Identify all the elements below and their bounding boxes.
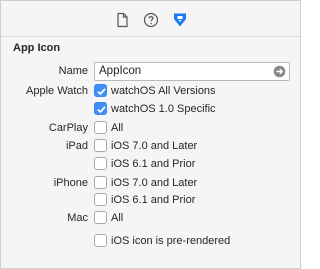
name-label: Name [58,65,88,77]
file-icon[interactable] [113,11,131,29]
name-field[interactable]: AppIcon [94,62,290,81]
name-field-value[interactable]: AppIcon [99,65,141,77]
carplay-label: CarPlay [48,122,88,134]
iphone-ios7-label[interactable]: iOS 7.0 and Later [111,177,197,189]
ipad-ios61-checkbox[interactable] [94,157,107,170]
ipad-ios7-checkbox[interactable] [94,139,107,152]
ipad-label: iPad [65,140,88,152]
ios-icon-prerendered-checkbox[interactable] [94,234,107,247]
watchos-1-0-specific-label[interactable]: watchOS 1.0 Specific [111,103,216,115]
iphone-label: iPhone [53,177,88,189]
iphone-ios7-checkbox[interactable] [94,176,107,189]
carplay-all-checkbox[interactable] [94,121,107,134]
go-to-arrow-icon[interactable] [273,65,286,78]
inspector-toolbar [1,1,300,37]
watchos-1-0-specific-checkbox[interactable] [94,102,107,115]
apple-watch-label: Apple Watch [26,85,88,97]
watchos-all-versions-checkbox[interactable] [94,84,107,97]
mac-all-label[interactable]: All [111,212,123,224]
iphone-ios61-label[interactable]: iOS 6.1 and Prior [111,194,195,206]
ios-icon-prerendered-label[interactable]: iOS icon is pre-rendered [111,235,230,247]
inspector-panel: App Icon Name AppIcon Apple Watch watchO… [0,0,301,269]
iphone-ios61-checkbox[interactable] [94,193,107,206]
ipad-ios61-label[interactable]: iOS 6.1 and Prior [111,158,195,170]
carplay-all-label[interactable]: All [111,122,123,134]
help-icon[interactable] [142,11,160,29]
mac-label: Mac [67,212,88,224]
section-title-app-icon: App Icon [13,42,61,54]
ipad-ios7-label[interactable]: iOS 7.0 and Later [111,140,197,152]
watchos-all-versions-label[interactable]: watchOS All Versions [111,85,216,97]
mac-all-checkbox[interactable] [94,211,107,224]
attributes-inspector-icon[interactable] [171,11,189,29]
